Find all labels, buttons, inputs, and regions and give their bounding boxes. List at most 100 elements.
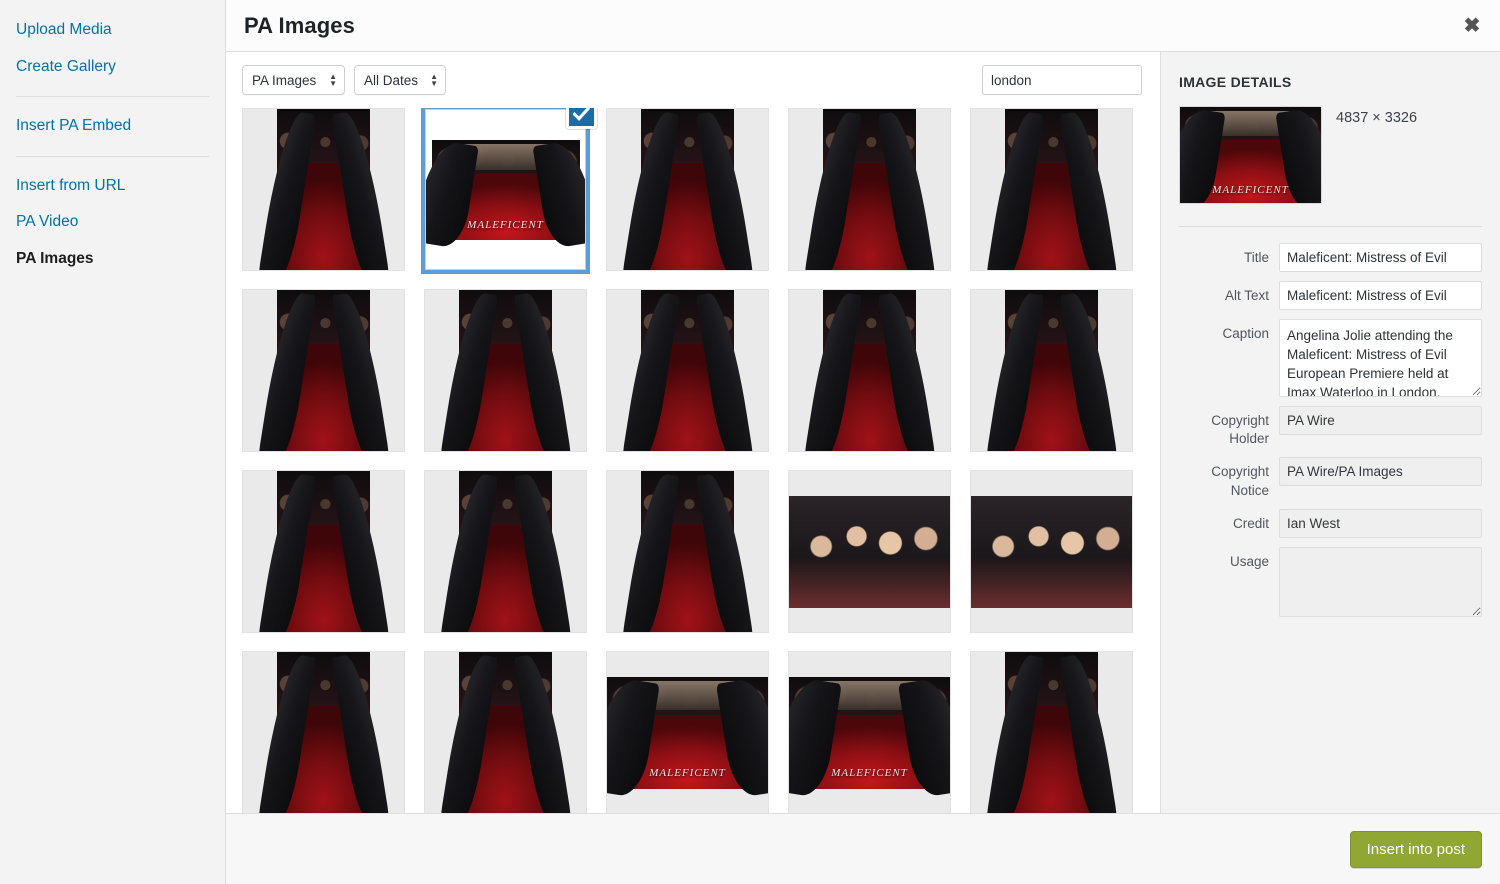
field-input-credit[interactable] bbox=[1279, 509, 1482, 538]
date-filter-select[interactable]: All Dates bbox=[354, 65, 446, 95]
attachment-item[interactable] bbox=[424, 470, 587, 633]
attachment-thumbnail: MALEFICENT bbox=[607, 652, 768, 813]
image-dimensions: 4837 × 3326 bbox=[1336, 106, 1417, 126]
type-filter-select[interactable]: PA Images bbox=[242, 65, 345, 95]
movie-title-text: MALEFICENT bbox=[626, 764, 748, 782]
photo-artwork bbox=[971, 496, 1132, 608]
field-row-credit: Credit bbox=[1179, 509, 1482, 538]
sidebar-divider-1 bbox=[16, 96, 209, 97]
attachment-item[interactable] bbox=[970, 651, 1133, 813]
photo-artwork bbox=[641, 471, 734, 632]
search-input[interactable] bbox=[982, 65, 1142, 95]
field-label-title: Title bbox=[1179, 243, 1279, 267]
attachment-item[interactable] bbox=[242, 108, 405, 271]
attachments-scroll[interactable]: MALEFICENT MALEFICENT MALEFICENT bbox=[226, 108, 1160, 813]
attachment-item[interactable] bbox=[242, 651, 405, 813]
attachment-item[interactable] bbox=[606, 470, 769, 633]
attachment-thumbnail bbox=[971, 652, 1132, 813]
attachment-thumbnail bbox=[243, 109, 404, 270]
insert-into-post-button[interactable]: Insert into post bbox=[1350, 831, 1482, 868]
attachment-thumbnail bbox=[243, 652, 404, 813]
attachment-item[interactable] bbox=[242, 470, 405, 633]
photo-artwork bbox=[641, 109, 734, 270]
movie-title-text: MALEFICENT bbox=[1197, 182, 1304, 197]
field-label-alt_text: Alt Text bbox=[1179, 281, 1279, 305]
movie-title-text: MALEFICENT bbox=[449, 218, 562, 234]
photo-artwork bbox=[277, 109, 370, 270]
attachment-item[interactable] bbox=[606, 108, 769, 271]
photo-artwork: MALEFICENT bbox=[607, 677, 768, 789]
attachment-thumbnail bbox=[607, 471, 768, 632]
details-fields: Title Alt Text Caption Copyright Holder Copy… bbox=[1179, 243, 1482, 617]
sidebar-item-insert-pa-embed[interactable]: Insert PA Embed bbox=[0, 108, 225, 145]
field-input-title[interactable] bbox=[1279, 243, 1482, 272]
photo-artwork bbox=[277, 652, 370, 813]
attachment-item[interactable] bbox=[970, 289, 1133, 452]
attachment-thumbnail bbox=[425, 290, 586, 451]
close-icon[interactable]: ✖ bbox=[1444, 0, 1500, 52]
attachment-item[interactable] bbox=[788, 289, 951, 452]
field-row-title: Title bbox=[1179, 243, 1482, 272]
photo-artwork bbox=[1005, 652, 1098, 813]
field-input-alt_text[interactable] bbox=[1279, 281, 1482, 310]
field-input-copyright_holder[interactable] bbox=[1279, 406, 1482, 435]
modal-footer: Insert into post bbox=[226, 813, 1500, 884]
field-label-usage: Usage bbox=[1179, 547, 1279, 571]
attachment-thumbnail bbox=[789, 109, 950, 270]
attachment-item[interactable]: MALEFICENT bbox=[606, 651, 769, 813]
photo-artwork bbox=[277, 471, 370, 632]
sidebar-item-create-gallery[interactable]: Create Gallery bbox=[0, 49, 225, 86]
field-label-copyright_notice: Copyright Notice bbox=[1179, 457, 1279, 499]
attachment-thumbnail bbox=[425, 471, 586, 632]
attachment-thumbnail bbox=[243, 290, 404, 451]
selected-check-icon[interactable] bbox=[566, 108, 597, 129]
media-toolbar: PA Images ▲▼ All Dates ▲▼ bbox=[226, 52, 1160, 108]
field-label-copyright_holder: Copyright Holder bbox=[1179, 406, 1279, 448]
movie-title-text: MALEFICENT bbox=[808, 764, 930, 782]
attachment-details-panel: IMAGE DETAILS MALEFICENT 483 bbox=[1160, 52, 1500, 813]
photo-artwork bbox=[277, 290, 370, 451]
type-filter-wrap: PA Images ▲▼ bbox=[242, 65, 354, 95]
attachment-item[interactable]: MALEFICENT bbox=[788, 651, 951, 813]
sidebar-item-insert-from-url[interactable]: Insert from URL bbox=[0, 168, 225, 205]
field-row-copyright_notice: Copyright Notice bbox=[1179, 457, 1482, 499]
photo-artwork bbox=[459, 471, 552, 632]
date-filter-wrap: All Dates ▲▼ bbox=[354, 65, 455, 95]
attachment-thumbnail bbox=[607, 290, 768, 451]
field-input-caption[interactable] bbox=[1279, 319, 1482, 397]
attachment-thumbnail: MALEFICENT bbox=[789, 652, 950, 813]
sidebar-item-pa-images[interactable]: PA Images bbox=[0, 241, 225, 278]
sidebar-item-pa-video[interactable]: PA Video bbox=[0, 204, 225, 241]
page-title: PA Images bbox=[226, 13, 355, 39]
field-input-copyright_notice[interactable] bbox=[1279, 457, 1482, 486]
media-modal: Upload Media Create Gallery Insert PA Em… bbox=[0, 0, 1500, 884]
attachment-item[interactable] bbox=[424, 651, 587, 813]
photo-artwork bbox=[641, 290, 734, 451]
modal-header: PA Images ✖ bbox=[226, 0, 1500, 52]
photo-artwork bbox=[823, 109, 916, 270]
details-divider bbox=[1179, 226, 1482, 227]
media-menu-sidebar: Upload Media Create Gallery Insert PA Em… bbox=[0, 0, 226, 884]
attachment-item[interactable] bbox=[606, 289, 769, 452]
attachment-thumbnail bbox=[607, 109, 768, 270]
field-input-usage[interactable] bbox=[1279, 547, 1482, 617]
photo-artwork: MALEFICENT bbox=[432, 140, 580, 240]
sidebar-group-1: Upload Media Create Gallery bbox=[0, 12, 225, 85]
details-thumbnail: MALEFICENT bbox=[1179, 106, 1322, 204]
attachment-item[interactable] bbox=[788, 108, 951, 271]
attachment-item[interactable] bbox=[242, 289, 405, 452]
attachment-item-selected[interactable]: MALEFICENT bbox=[424, 108, 587, 271]
attachment-item[interactable] bbox=[424, 289, 587, 452]
photo-artwork: MALEFICENT bbox=[789, 677, 950, 789]
attachment-item[interactable] bbox=[970, 470, 1133, 633]
attachment-item[interactable] bbox=[970, 108, 1133, 271]
field-label-credit: Credit bbox=[1179, 509, 1279, 533]
attachment-thumbnail bbox=[971, 471, 1132, 632]
field-label-caption: Caption bbox=[1179, 319, 1279, 343]
modal-main-column: PA Images ✖ PA Images ▲▼ All Dates bbox=[226, 0, 1500, 884]
sidebar-group-3: Insert from URL PA Video PA Images bbox=[0, 168, 225, 278]
attachment-thumbnail: MALEFICENT bbox=[425, 109, 586, 270]
sidebar-item-upload-media[interactable]: Upload Media bbox=[0, 12, 225, 49]
attachment-thumbnail bbox=[789, 471, 950, 632]
attachment-item[interactable] bbox=[788, 470, 951, 633]
